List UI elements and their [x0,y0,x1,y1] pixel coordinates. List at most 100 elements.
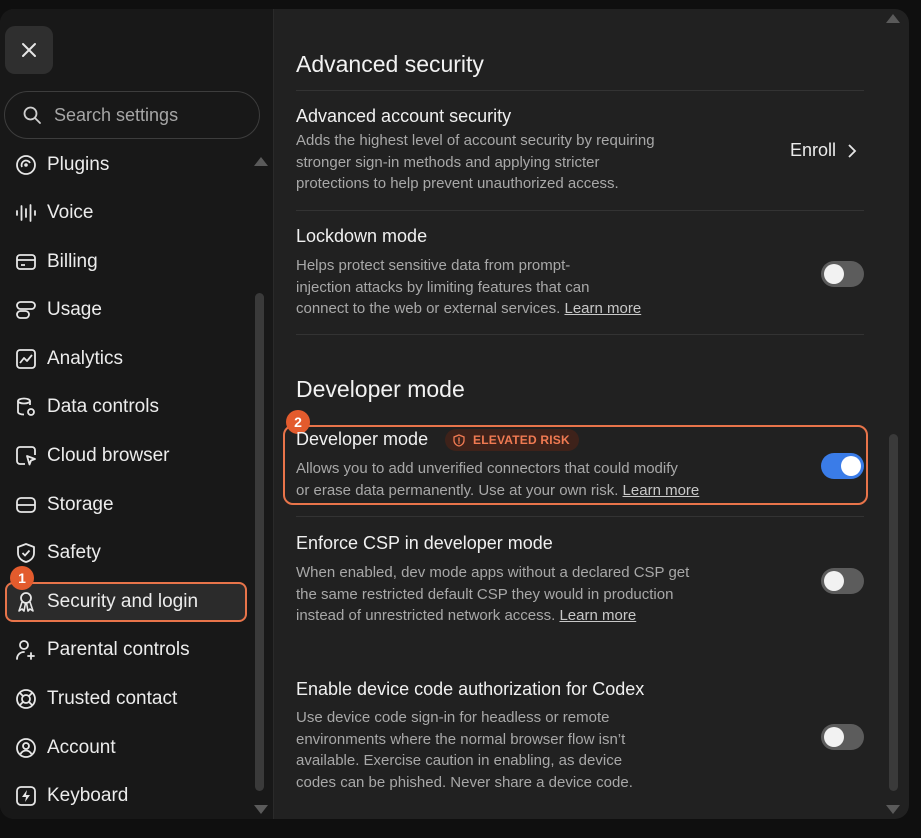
scroll-down-arrow[interactable] [254,805,268,814]
sidebar-item-label: Voice [47,202,94,223]
divider [296,516,864,517]
section-title-advanced-security: Advanced security [296,51,484,77]
toggle-knob [841,456,861,476]
scroll-up-arrow[interactable] [886,14,900,23]
lockdown-mode-desc: Helps protect sensitive data from prompt… [296,255,641,320]
sidebar-item-security-and-login[interactable]: Security and login [5,582,247,622]
sidebar-item-label: Usage [47,299,102,320]
sidebar-item-label: Keyboard [47,785,129,806]
desc-line: stronger sign-in methods and applying st… [296,153,600,171]
enforce-csp-title: Enforce CSP in developer mode [296,533,553,553]
scroll-down-arrow[interactable] [886,805,900,814]
divider [296,90,864,91]
desc-line: injection attacks by limiting features t… [296,278,590,296]
search-input[interactable]: Search settings [4,91,260,139]
sidebar-item-label: Billing [47,251,98,272]
sidebar-item-label: Safety [47,542,101,563]
elevated-risk-badge: ELEVATED RISK [445,429,579,451]
sidebar-item-safety[interactable]: Safety [5,533,247,573]
search-icon [23,106,41,124]
sidebar-item-account[interactable]: Account [5,728,247,768]
section-title-developer-mode: Developer mode [296,376,465,402]
voice-icon [14,201,38,225]
desc-line: the same restricted default CSP they wou… [296,585,674,603]
sidebar-item-data-controls[interactable]: Data controls [5,387,247,427]
sidebar-item-label: Trusted contact [47,688,178,709]
sidebar-item-keyboard[interactable]: Keyboard [5,776,247,816]
step-badge: 1 [10,566,34,590]
scroll-up-arrow[interactable] [254,157,268,166]
desc-line: codes can be phished. Never share a devi… [296,773,633,791]
sidebar-item-usage[interactable]: Usage [5,290,247,330]
search-placeholder: Search settings [54,104,179,125]
desc-line: protections to help prevent unauthorized… [296,175,619,192]
sidebar-item-cloud-browser[interactable]: Cloud browser [5,436,247,476]
usage-icon [14,298,38,322]
sidebar-item-analytics[interactable]: Analytics [5,339,247,379]
sidebar-item-label: Data controls [47,396,159,417]
lockdown-mode-title: Lockdown mode [296,226,428,246]
parental-controls-icon [14,638,38,662]
shield-alert-icon [453,433,465,447]
elevated-risk-label: ELEVATED RISK [473,433,570,447]
sidebar-scrollbar[interactable] [255,293,264,791]
enforce-csp-toggle[interactable] [821,568,864,594]
enroll-button[interactable]: Enroll [790,140,860,161]
keyboard-icon [14,784,38,808]
advanced-account-security-title: Advanced account security [296,106,512,126]
device-code-desc: Use device code sign-in for headless or … [296,707,633,793]
sidebar-item-label: Account [47,737,116,758]
plugins-icon [14,153,38,177]
developer-mode-desc: Allows you to add unverified connectors … [296,458,699,501]
account-icon [14,736,38,760]
close-button[interactable] [5,26,53,74]
divider [296,210,864,211]
sidebar-item-label: Analytics [47,348,124,369]
desc-line: connect to the web or external services. [296,300,561,317]
learn-more-link[interactable]: Learn more [564,300,641,317]
toggle-knob [824,571,844,591]
device-code-toggle[interactable] [821,724,864,750]
desc-line: Use device code sign-in for headless or … [296,709,610,726]
sidebar-item-storage[interactable]: Storage [5,485,247,525]
analytics-icon [14,347,38,371]
lockdown-mode-toggle[interactable] [821,261,864,287]
security-icon [14,590,38,614]
enroll-label: Enroll [790,140,837,160]
desc-line: or erase data permanently. Use at your o… [296,481,619,499]
desc-line: When enabled, dev mode apps without a de… [296,564,690,581]
developer-mode-title: Developer mode [296,429,429,449]
settings-content: Advanced security Advanced account secur… [275,9,909,819]
sidebar-item-label: Cloud browser [47,445,170,466]
sidebar-item-parental-controls[interactable]: Parental controls [5,630,247,670]
learn-more-link[interactable]: Learn more [559,607,636,624]
billing-icon [14,250,38,274]
content-scrollbar[interactable] [889,434,898,791]
sidebar-item-label: Parental controls [47,639,190,660]
learn-more-link[interactable]: Learn more [623,482,700,499]
sidebar-item-voice[interactable]: Voice [5,193,247,233]
settings-window: Search settings Plugins Voice Billing Us… [0,9,909,819]
data-controls-icon [14,395,38,419]
desc-line: available. Exercise caution in enabling,… [296,752,623,769]
toggle-knob [824,264,844,284]
desc-line: Allows you to add unverified connectors … [296,460,678,477]
close-icon [22,43,36,57]
cloud-browser-icon [14,444,38,468]
desc-line: Adds the highest level of account securi… [296,132,655,149]
desc-line: instead of unrestricted network access. [296,607,556,624]
sidebar-item-label: Plugins [47,154,110,175]
chevron-right-icon [848,143,857,158]
lifebuoy-icon [14,687,38,711]
developer-mode-toggle[interactable] [821,453,864,479]
sidebar-item-plugins[interactable]: Plugins [5,145,247,185]
sidebar-item-billing[interactable]: Billing [5,242,247,282]
sidebar-item-trusted-contact[interactable]: Trusted contact [5,679,247,719]
shield-icon [14,541,38,565]
desc-line: environments where the normal browser fl… [296,730,626,748]
toggle-knob [824,727,844,747]
sidebar: Search settings Plugins Voice Billing Us… [0,9,274,819]
sidebar-item-label: Storage [47,494,114,515]
storage-icon [14,493,38,517]
device-code-title: Enable device code authorization for Cod… [296,679,645,699]
